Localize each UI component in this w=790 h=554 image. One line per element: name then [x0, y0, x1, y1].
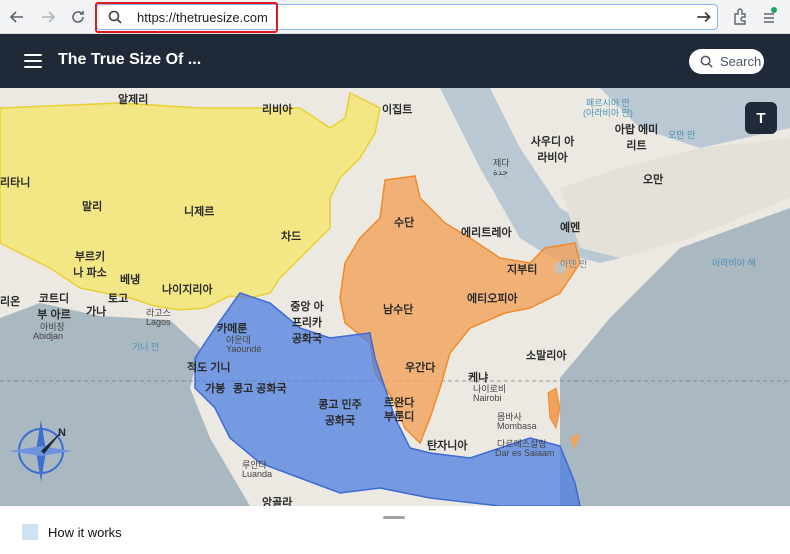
- search-button-label: Search: [720, 54, 762, 69]
- map-label: 앙골라: [262, 497, 293, 506]
- city-label: Mombasa: [497, 421, 537, 431]
- map-label: 적도 기니: [187, 362, 231, 374]
- map-label: 부룬디: [384, 411, 415, 423]
- city-label: Lagos: [146, 317, 171, 327]
- back-arrow-icon[interactable]: [5, 5, 29, 29]
- map-label: 아랍 에미리트: [614, 124, 659, 152]
- map-label: 토고: [108, 293, 129, 305]
- svg-text:N: N: [58, 427, 66, 439]
- map-label: 차드: [281, 231, 302, 243]
- map-label: 남수단: [383, 304, 414, 316]
- city-label: Yaoundé: [226, 344, 262, 354]
- map-label: 예멘: [560, 222, 581, 234]
- search-icon: [700, 55, 713, 68]
- search-button[interactable]: Search: [689, 49, 764, 74]
- city-label: Nairobi: [473, 393, 502, 403]
- city-label: جدة: [493, 167, 509, 177]
- map-label: 니제르: [184, 206, 215, 218]
- sea-label: 기니 만: [132, 342, 160, 352]
- map-label: 우간다: [405, 362, 436, 374]
- map-label: 말리: [82, 201, 103, 213]
- browser-toolbar: https://thetruesize.com: [0, 0, 790, 34]
- sea-label: 오만 만: [668, 130, 696, 140]
- world-map[interactable]: 알제리 리비아 이집트 리타니 말리 니제르 차드 수단 사우디 아라비아 예멘…: [0, 88, 790, 506]
- sea-label: 아라비아 해: [712, 258, 756, 268]
- map-label: 콩고 공화국: [233, 383, 287, 395]
- drag-handle[interactable]: [383, 516, 405, 519]
- map-label: 가봉: [205, 383, 226, 395]
- reload-icon[interactable]: [66, 5, 90, 29]
- map-label: 사우디 아라비아: [530, 136, 575, 164]
- map-label: 지부티: [507, 264, 538, 276]
- map-label: 나이지리아: [162, 284, 213, 296]
- hamburger-menu-icon[interactable]: [24, 54, 42, 68]
- map-label: 수단: [394, 217, 415, 229]
- map-label: 리타니: [0, 177, 31, 189]
- map-label: 에티오피아: [467, 293, 518, 305]
- map-label: 중앙 아프리카 공화국: [290, 301, 324, 345]
- map-label: 코트디부 아르: [37, 293, 71, 321]
- map-label: 오만: [643, 174, 664, 186]
- map-label: 알제리: [118, 94, 149, 106]
- extensions-icon[interactable]: [730, 6, 750, 31]
- city-label: Abidjan: [33, 331, 64, 341]
- app-header: The True Size Of ... Search: [0, 34, 790, 88]
- map-label: 베냉: [120, 274, 141, 286]
- forward-arrow-icon[interactable]: [36, 5, 60, 29]
- map-label: 리비아: [262, 104, 293, 116]
- page-title: The True Size Of ...: [58, 51, 202, 68]
- sea-label: (아라비아 만): [583, 108, 633, 118]
- text-toggle-button[interactable]: T: [745, 102, 777, 134]
- how-it-works-link[interactable]: How it works: [48, 525, 122, 540]
- map-label: 부르키나 파소: [73, 251, 107, 279]
- map-label: 가나: [86, 306, 107, 318]
- how-it-works-thumbnail[interactable]: [22, 524, 38, 540]
- url-highlight-box: [95, 2, 278, 33]
- city-label: Luanda: [242, 469, 273, 479]
- go-arrow-icon[interactable]: [695, 8, 713, 31]
- map-label: 이집트: [382, 104, 413, 116]
- notification-dot: [771, 7, 777, 13]
- sea-label: 아덴 만: [560, 259, 588, 269]
- map-label: 콩고 민주 공화국: [318, 399, 362, 427]
- map-label: 탄자니아: [427, 440, 468, 452]
- map-label: 소말리아: [526, 350, 567, 362]
- bottom-panel: How it works: [0, 506, 790, 554]
- map-label: 리온: [0, 296, 21, 308]
- map-label: 에리트레아: [461, 227, 512, 239]
- city-label: Dar es Salaam: [495, 448, 555, 458]
